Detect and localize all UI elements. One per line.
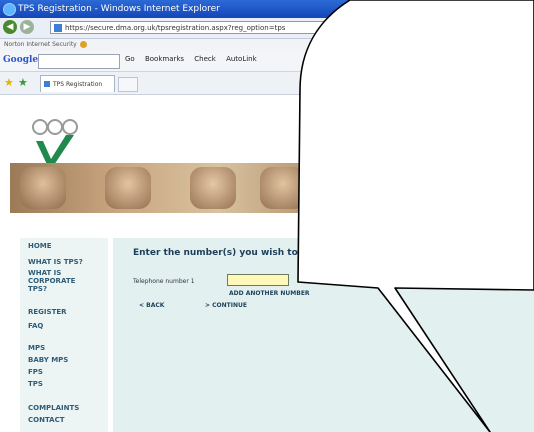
nav-item-contact[interactable]: CONTACT bbox=[28, 416, 65, 424]
banner-photo bbox=[395, 167, 441, 209]
address-field[interactable]: https://secure.dma.org.uk/tpsregistratio… bbox=[50, 21, 350, 34]
google-logo: Google bbox=[3, 55, 39, 65]
nav-item-complaints[interactable]: COMPLAINTS bbox=[28, 404, 79, 412]
norton-status-icon[interactable] bbox=[79, 41, 87, 48]
favorites-star-icon[interactable]: ★ bbox=[4, 77, 14, 88]
banner-photo bbox=[20, 167, 66, 209]
nav-item-tps[interactable]: TPS bbox=[28, 380, 43, 388]
internet-explorer-icon bbox=[3, 3, 16, 16]
tab-title: TPS Registration bbox=[53, 81, 103, 88]
registration-form-panel: Enter the number(s) you wish to register… bbox=[113, 238, 534, 432]
nav-item-home[interactable]: HOME bbox=[28, 242, 52, 250]
google-go-button[interactable]: Go bbox=[125, 55, 135, 63]
nav-item-mps[interactable]: MPS bbox=[28, 344, 45, 352]
autolink-button[interactable]: AutoLink bbox=[226, 55, 257, 63]
address-url: https://secure.dma.org.uk/tpsregistratio… bbox=[65, 24, 286, 32]
banner-photo bbox=[260, 167, 306, 209]
telephone-number-input[interactable] bbox=[227, 274, 289, 286]
norton-toolbar: Norton Internet Security bbox=[0, 39, 534, 51]
left-navigation: HOME WHAT IS TPS? WHAT IS CORPORATE TPS?… bbox=[20, 238, 108, 432]
nav-item-baby-mps[interactable]: BABY MPS bbox=[28, 356, 68, 364]
check-button[interactable]: Check bbox=[194, 55, 216, 63]
continue-button[interactable]: > CONTINUE bbox=[205, 302, 247, 309]
site-header-text: Telephone Preference Service bbox=[315, 137, 524, 153]
banner-tps-logo bbox=[315, 165, 365, 213]
window-titlebar: TPS Registration - Windows Internet Expl… bbox=[0, 0, 534, 18]
nav-item-register[interactable]: REGISTER bbox=[28, 308, 67, 316]
new-tab-button[interactable] bbox=[118, 77, 138, 92]
add-another-number-button[interactable]: ADD ANOTHER NUMBER bbox=[229, 290, 310, 297]
add-favorite-icon[interactable]: ★ bbox=[18, 77, 28, 88]
address-bar-row: ◀ ▶ https://secure.dma.org.uk/tpsregistr… bbox=[0, 18, 534, 39]
page-icon bbox=[54, 24, 62, 32]
bookmarks-button[interactable]: Bookmarks bbox=[145, 55, 184, 63]
page-title: Enter the number(s) you wish to register bbox=[133, 248, 342, 258]
norton-label: Norton Internet Security bbox=[4, 41, 77, 48]
banner-photo bbox=[190, 167, 236, 209]
favorites-bar: ★ ★ TPS Registration bbox=[0, 72, 534, 95]
nav-item-fps[interactable]: FPS bbox=[28, 368, 43, 376]
back-button[interactable]: < BACK bbox=[139, 302, 164, 309]
google-search-input[interactable] bbox=[38, 54, 120, 69]
browser-tab[interactable]: TPS Registration bbox=[40, 75, 115, 92]
web-page: Telephone Preference Service HOME WHAT I… bbox=[0, 95, 534, 432]
back-arrow-icon[interactable]: ◀ bbox=[3, 20, 17, 34]
window-title: TPS Registration - Windows Internet Expl… bbox=[18, 4, 220, 14]
tab-page-icon bbox=[44, 81, 50, 87]
telephone-number-label: Telephone number 1 bbox=[133, 278, 195, 285]
nav-item-corporate-tps[interactable]: WHAT IS CORPORATE TPS? bbox=[28, 269, 88, 293]
forward-arrow-icon[interactable]: ▶ bbox=[20, 20, 34, 34]
google-tools: Go Bookmarks Check AutoLink bbox=[125, 55, 265, 63]
banner-photo bbox=[465, 167, 511, 209]
nav-item-what-is-tps[interactable]: WHAT IS TPS? bbox=[28, 258, 83, 266]
nav-item-faq[interactable]: FAQ bbox=[28, 322, 43, 330]
header-banner-image bbox=[10, 163, 534, 213]
banner-photo bbox=[105, 167, 151, 209]
google-toolbar: Google Go Bookmarks Check AutoLink bbox=[0, 51, 534, 72]
